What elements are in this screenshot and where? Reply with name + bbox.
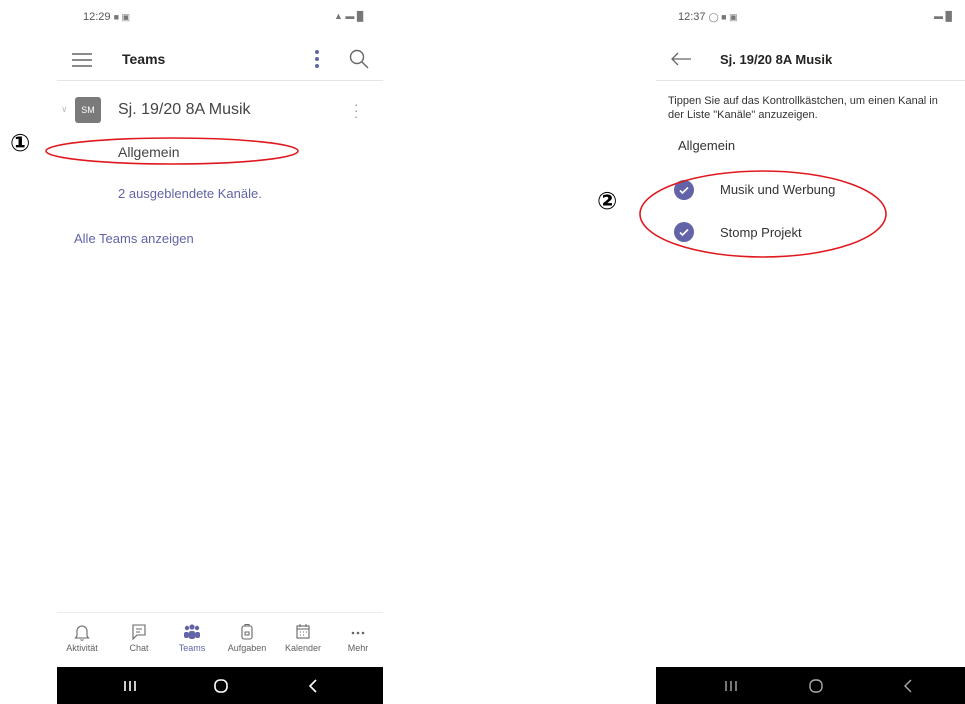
signal-icons: ▬ █: [934, 11, 952, 21]
hamburger-icon[interactable]: [71, 52, 93, 73]
team-options-icon[interactable]: · · ·: [354, 98, 358, 123]
more-vertical-icon[interactable]: [313, 48, 321, 75]
tab-label: Aktivität: [66, 643, 98, 653]
page-title: Teams: [122, 51, 166, 67]
back-arrow-icon[interactable]: [670, 51, 692, 72]
all-teams-link[interactable]: Alle Teams anzeigen: [74, 231, 194, 246]
tab-label: Chat: [129, 643, 149, 653]
android-navbar-right: [656, 667, 965, 704]
tab-label: Teams: [178, 643, 206, 653]
tab-teams[interactable]: Teams: [169, 623, 215, 653]
search-icon[interactable]: [349, 49, 369, 74]
chat-icon: [116, 623, 162, 641]
team-avatar: SM: [75, 97, 101, 123]
recent-apps-icon[interactable]: [711, 667, 751, 704]
team-name[interactable]: Sj. 19/20 8A Musik: [118, 101, 251, 119]
bell-icon: [59, 623, 105, 641]
teams-icon: [169, 623, 215, 641]
checkmark-icon: [679, 186, 689, 195]
channel-allgemein: Allgemein: [678, 138, 736, 153]
tab-label: Mehr: [347, 643, 369, 653]
tab-mehr[interactable]: Mehr: [335, 623, 381, 653]
more-icon: [335, 623, 381, 641]
home-icon[interactable]: [201, 667, 241, 704]
header-divider: [656, 80, 965, 81]
tab-label: Kalender: [284, 643, 322, 653]
tab-chat[interactable]: Chat: [116, 623, 162, 653]
tabbar-divider: [57, 612, 383, 613]
calendar-icon: [278, 623, 328, 641]
checkmark-icon: [679, 228, 689, 237]
chevron-down-icon[interactable]: ∨: [61, 104, 68, 115]
recent-apps-icon[interactable]: [110, 667, 150, 704]
back-nav-icon[interactable]: [888, 667, 928, 704]
status-time: 12:37: [678, 11, 706, 23]
channel-checkbox-musik[interactable]: [674, 180, 694, 200]
tab-aufgaben[interactable]: Aufgaben: [222, 623, 272, 653]
channel-label[interactable]: Musik und Werbung: [720, 182, 835, 197]
annotation-number-1: ①: [10, 129, 31, 157]
status-bar-left: 12:29 ■ ▣: [83, 11, 130, 23]
home-icon[interactable]: [796, 667, 836, 704]
hidden-channels-link[interactable]: 2 ausgeblendete Kanäle.: [118, 186, 262, 201]
annotation-number-2: ②: [597, 187, 618, 215]
back-nav-icon[interactable]: [293, 667, 333, 704]
signal-icons: ▲ ▬ █: [334, 11, 364, 21]
phone-screen-right: 12:37 ◯ ■ ▣ ▬ █ Sj. 19/20 8A Musik Tippe…: [656, 0, 965, 704]
header-divider: [57, 80, 383, 81]
page-title: Sj. 19/20 8A Musik: [720, 52, 833, 67]
tab-aktivitaet[interactable]: Aktivität: [59, 623, 105, 653]
status-bar-right: 12:37 ◯ ■ ▣: [678, 11, 738, 23]
channel-allgemein[interactable]: Allgemein: [118, 144, 179, 160]
android-navbar-left: [57, 667, 383, 704]
channel-label[interactable]: Stomp Projekt: [720, 225, 802, 240]
assignments-icon: [222, 623, 272, 641]
notification-icons: ◯ ■ ▣: [708, 12, 738, 22]
instruction-text: Tippen Sie auf das Kontrollkästchen, um …: [668, 95, 938, 121]
tab-label: Aufgaben: [227, 643, 267, 653]
phone-screen-left: 12:29 ■ ▣ ▲ ▬ █ Teams ∨ SM Sj. 19/20 8A …: [57, 0, 383, 704]
notification-icons: ■ ▣: [113, 12, 131, 22]
tab-kalender[interactable]: Kalender: [278, 623, 328, 653]
status-time: 12:29: [83, 11, 111, 23]
channel-checkbox-stomp[interactable]: [674, 222, 694, 242]
